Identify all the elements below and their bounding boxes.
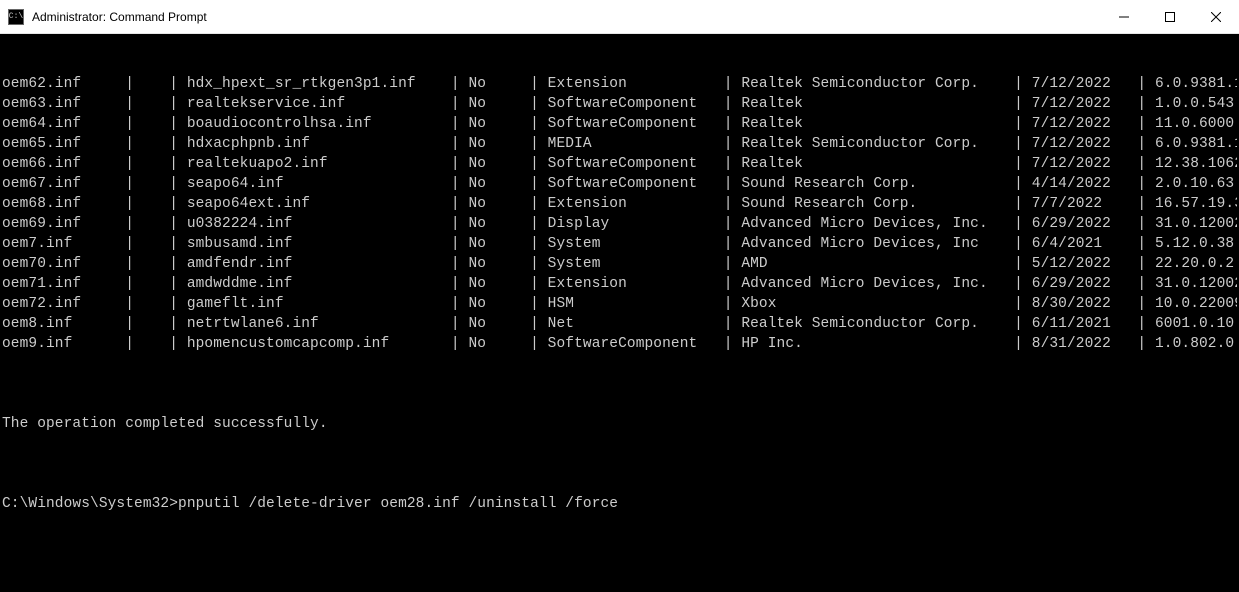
table-row: oem67.inf | | seapo64.inf | No | Softwar…: [2, 174, 1237, 194]
terminal-output[interactable]: oem62.inf | | hdx_hpext_sr_rtkgen3p1.inf…: [0, 34, 1239, 592]
table-row: oem68.inf | | seapo64ext.inf | No | Exte…: [2, 194, 1237, 214]
close-button[interactable]: [1193, 0, 1239, 34]
table-row: oem63.inf | | realtekservice.inf | No | …: [2, 94, 1237, 114]
window-controls: [1101, 0, 1239, 34]
app-icon: C:\: [8, 9, 24, 25]
table-row: oem8.inf | | netrtwlane6.inf | No | Net …: [2, 314, 1237, 334]
window-title: Administrator: Command Prompt: [32, 10, 207, 24]
table-row: oem66.inf | | realtekuapo2.inf | No | So…: [2, 154, 1237, 174]
table-row: oem72.inf | | gameflt.inf | No | HSM | X…: [2, 294, 1237, 314]
table-row: oem71.inf | | amdwddme.inf | No | Extens…: [2, 274, 1237, 294]
maximize-icon: [1165, 12, 1175, 22]
close-icon: [1211, 12, 1221, 22]
titlebar: C:\ Administrator: Command Prompt: [0, 0, 1239, 34]
table-row: oem64.inf | | boaudiocontrolhsa.inf | No…: [2, 114, 1237, 134]
table-row: oem9.inf | | hpomencustomcapcomp.inf | N…: [2, 334, 1237, 354]
prompt: C:\Windows\System32>: [2, 496, 178, 512]
minimize-icon: [1119, 12, 1129, 22]
table-row: oem70.inf | | amdfendr.inf | No | System…: [2, 254, 1237, 274]
status-line: The operation completed successfully.: [2, 414, 1237, 434]
maximize-button[interactable]: [1147, 0, 1193, 34]
table-row: oem69.inf | | u0382224.inf | No | Displa…: [2, 214, 1237, 234]
command-input[interactable]: pnputil /delete-driver oem28.inf /uninst…: [178, 496, 618, 512]
table-row: oem62.inf | | hdx_hpext_sr_rtkgen3p1.inf…: [2, 74, 1237, 94]
minimize-button[interactable]: [1101, 0, 1147, 34]
table-row: oem7.inf | | smbusamd.inf | No | System …: [2, 234, 1237, 254]
titlebar-left: C:\ Administrator: Command Prompt: [0, 9, 1101, 25]
table-row: oem65.inf | | hdxacphpnb.inf | No | MEDI…: [2, 134, 1237, 154]
prompt-line: C:\Windows\System32>pnputil /delete-driv…: [2, 494, 1237, 514]
